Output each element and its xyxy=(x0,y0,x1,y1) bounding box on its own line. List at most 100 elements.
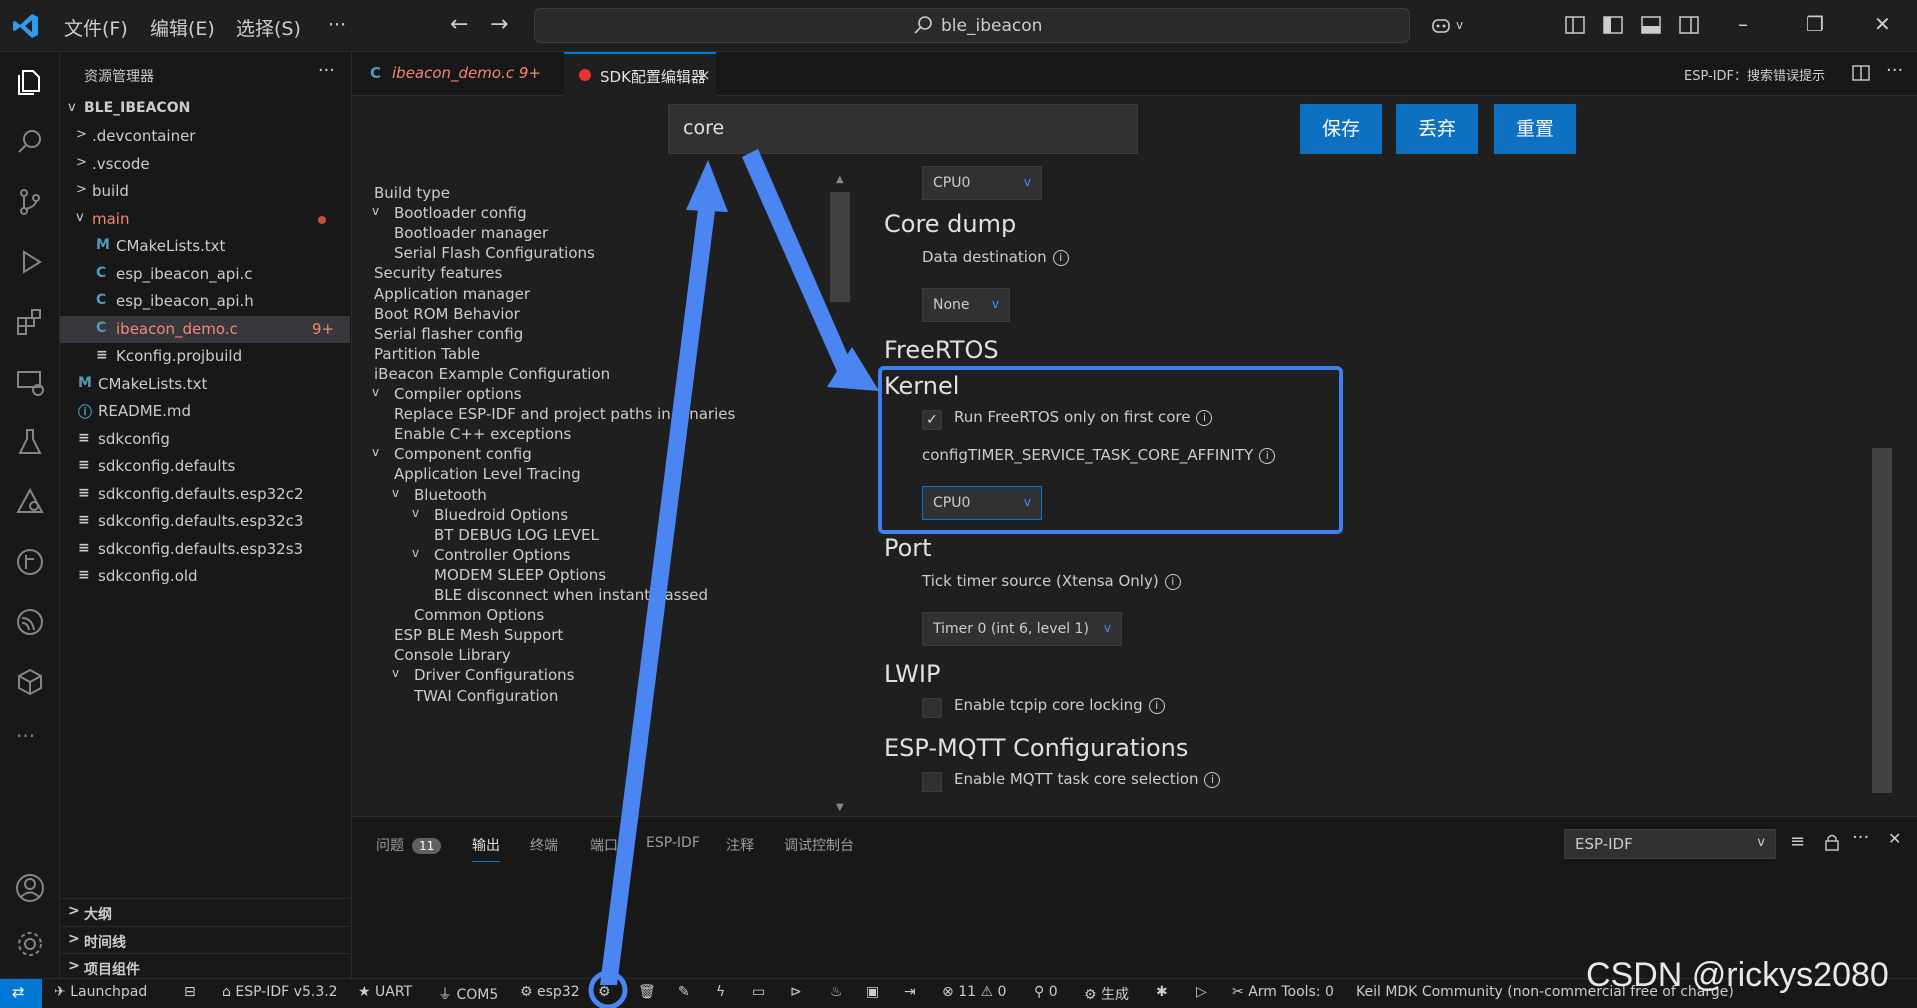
toggle-panel-icon[interactable] xyxy=(1640,14,1662,36)
scroll-up-icon[interactable]: ▲ xyxy=(836,174,844,185)
tree-item[interactable]: M CMakeLists.txt xyxy=(60,371,350,398)
config-menu-item[interactable]: Console Library xyxy=(394,646,511,664)
tree-item[interactable]: Cesp_ibeacon_api.c xyxy=(60,261,350,288)
debug-icon[interactable]: ⊳ xyxy=(790,984,802,1000)
ports-status[interactable]: ⚲ 0 xyxy=(1034,984,1058,1000)
config-menu-item[interactable]: v Compiler options xyxy=(372,385,522,403)
tree-item[interactable]: v main xyxy=(60,206,350,233)
config-menu-item[interactable]: MODEM SLEEP Options xyxy=(434,566,606,584)
section-project-components[interactable]: > 项目组件 xyxy=(60,953,350,980)
tree-item[interactable]: ≡ sdkconfig.defaults.esp32c3 xyxy=(60,508,350,535)
tree-item[interactable]: > .vscode xyxy=(60,151,350,178)
menu-selection[interactable]: 选择(S) xyxy=(236,14,301,41)
terminal-icon[interactable]: ▣ xyxy=(866,984,879,1000)
config-menu-item[interactable]: Serial flasher config xyxy=(374,325,523,343)
menu-scrollbar[interactable] xyxy=(830,192,850,302)
target-status[interactable]: ⚙ esp32 xyxy=(520,984,580,1000)
git-graph-icon[interactable] xyxy=(14,546,46,578)
panel-close-icon[interactable]: ✕ xyxy=(1888,829,1901,848)
copilot-chevron-icon[interactable]: v xyxy=(1456,18,1463,32)
split-editor-icon[interactable] xyxy=(1852,64,1870,82)
sidebar-more-icon[interactable]: ··· xyxy=(318,60,335,81)
tcpip-checkbox[interactable] xyxy=(922,698,942,718)
panel-tab-output[interactable]: 输出 xyxy=(472,835,500,862)
lock-icon[interactable] xyxy=(1824,833,1840,851)
panel-tab-problems[interactable]: 问题 11 xyxy=(376,835,442,855)
config-menu-item[interactable]: v Component config xyxy=(372,445,532,463)
run-task-icon[interactable]: ⇥ xyxy=(904,984,916,1000)
output-channel-select[interactable]: ESP-IDF v xyxy=(1564,829,1776,859)
panel-tab-debug-console[interactable]: 调试控制台 xyxy=(784,835,854,855)
port-status[interactable]: ⏚ COM5 xyxy=(438,984,498,1004)
remote-explorer-icon[interactable] xyxy=(14,366,46,398)
tree-item[interactable]: ≡ sdkconfig.defaults xyxy=(60,453,350,480)
scroll-down-icon[interactable]: ▼ xyxy=(836,802,844,813)
arm-tools-status[interactable]: ✂ Arm Tools: 0 xyxy=(1232,984,1334,1000)
run-debug-icon[interactable] xyxy=(14,246,46,278)
espressif-icon[interactable] xyxy=(14,606,46,638)
save-button[interactable]: 保存 xyxy=(1300,104,1382,154)
config-menu-item[interactable]: v Controller Options xyxy=(412,546,570,564)
config-menu-item[interactable]: BLE disconnect when instant passed xyxy=(434,586,708,604)
menu-file[interactable]: 文件(F) xyxy=(64,14,128,41)
source-control-icon[interactable] xyxy=(14,186,46,218)
tab-close-icon[interactable]: × xyxy=(698,66,711,84)
data-destination-dropdown[interactable]: None v xyxy=(922,288,1010,322)
config-menu-item[interactable]: Bootloader manager xyxy=(394,224,548,242)
menu-edit[interactable]: 编辑(E) xyxy=(150,14,215,41)
more-views-icon[interactable]: ··· xyxy=(16,724,35,748)
explorer-icon[interactable] xyxy=(14,66,46,98)
tree-item[interactable]: > .devcontainer xyxy=(60,123,350,150)
config-menu-item[interactable]: Build type xyxy=(374,184,450,202)
folder-root[interactable]: v BLE_IBEACON xyxy=(60,96,350,123)
debug-bug-icon[interactable]: ✱ xyxy=(1156,984,1168,1000)
section-outline[interactable]: > 大纲 xyxy=(60,898,350,925)
toggle-sidebar-icon[interactable] xyxy=(1602,14,1624,36)
launchpad-status[interactable]: ✈ Launchpad xyxy=(54,984,147,1000)
esp-idf-explorer-icon[interactable] xyxy=(14,486,46,518)
flash-icon[interactable]: ϟ xyxy=(716,984,725,1000)
workspace-icon[interactable]: ⊟ xyxy=(184,984,196,1000)
sdk-config-gear-icon[interactable]: ⚙ xyxy=(598,984,611,1000)
forward-icon[interactable]: → xyxy=(490,12,508,37)
config-menu-item[interactable]: TWAI Configuration xyxy=(414,687,558,705)
config-menu-item[interactable]: v Bootloader config xyxy=(372,204,527,222)
search-view-icon[interactable] xyxy=(14,126,46,158)
tree-item[interactable]: M CMakeLists.txt xyxy=(60,233,350,260)
config-menu-item[interactable]: Replace ESP-IDF and project paths in bin… xyxy=(394,405,735,423)
customize-layout-icon[interactable] xyxy=(1564,14,1586,36)
config-menu-item[interactable]: v Bluedroid Options xyxy=(412,506,568,524)
tree-item[interactable]: Cesp_ibeacon_api.h xyxy=(60,288,350,315)
config-menu-item[interactable]: ESP BLE Mesh Support xyxy=(394,626,563,644)
extensions-icon[interactable] xyxy=(14,306,46,338)
config-menu-item[interactable]: Common Options xyxy=(414,606,544,624)
panel-tab-terminal[interactable]: 终端 xyxy=(530,835,558,855)
restore-icon[interactable]: ❐ xyxy=(1806,12,1824,36)
tree-item[interactable]: ≡ Kconfig.projbuild xyxy=(60,343,350,370)
tree-item[interactable]: ≡ sdkconfig.defaults.esp32s3 xyxy=(60,536,350,563)
top-core-dropdown[interactable]: CPU0 v xyxy=(922,166,1042,200)
menu-more[interactable]: ··· xyxy=(328,14,346,36)
config-menu-item[interactable]: Serial Flash Configurations xyxy=(394,244,595,262)
remote-indicator[interactable]: ⇄ xyxy=(0,979,42,1008)
config-menu-item[interactable]: Partition Table xyxy=(374,345,480,363)
toggle-secondary-sidebar-icon[interactable] xyxy=(1678,14,1700,36)
build-status[interactable]: ⚙ 生成 xyxy=(1084,984,1129,1004)
testing-icon[interactable] xyxy=(14,426,46,458)
config-menu-item[interactable]: BT DEBUG LOG LEVEL xyxy=(434,526,599,544)
config-menu-item[interactable]: Security features xyxy=(374,264,502,282)
config-search-input[interactable]: core xyxy=(668,104,1138,154)
config-menu-item[interactable]: Boot ROM Behavior xyxy=(374,305,520,323)
config-menu-item[interactable]: Application Level Tracing xyxy=(394,465,581,483)
tree-item[interactable]: ≡ sdkconfig.old xyxy=(60,563,350,590)
tab-ibeacon-demo[interactable]: C ibeacon_demo.c 9+ xyxy=(352,52,562,96)
flash-method-status[interactable]: ★ UART xyxy=(358,984,412,1000)
problems-status[interactable]: ⊗ 11 ⚠ 0 xyxy=(942,984,1006,1000)
run-icon[interactable]: ▷ xyxy=(1196,984,1207,1000)
flame-icon[interactable]: ♨ xyxy=(830,984,843,1000)
idf-version-status[interactable]: ⌂ ESP-IDF v5.3.2 xyxy=(222,984,338,1000)
config-menu-item[interactable]: Application manager xyxy=(374,285,530,303)
section-timeline[interactable]: > 时间线 xyxy=(60,926,350,953)
tab-sdk-config-editor[interactable]: SDK配置编辑器 × xyxy=(564,52,716,96)
panel-tab-ports[interactable]: 端口 xyxy=(590,835,618,855)
